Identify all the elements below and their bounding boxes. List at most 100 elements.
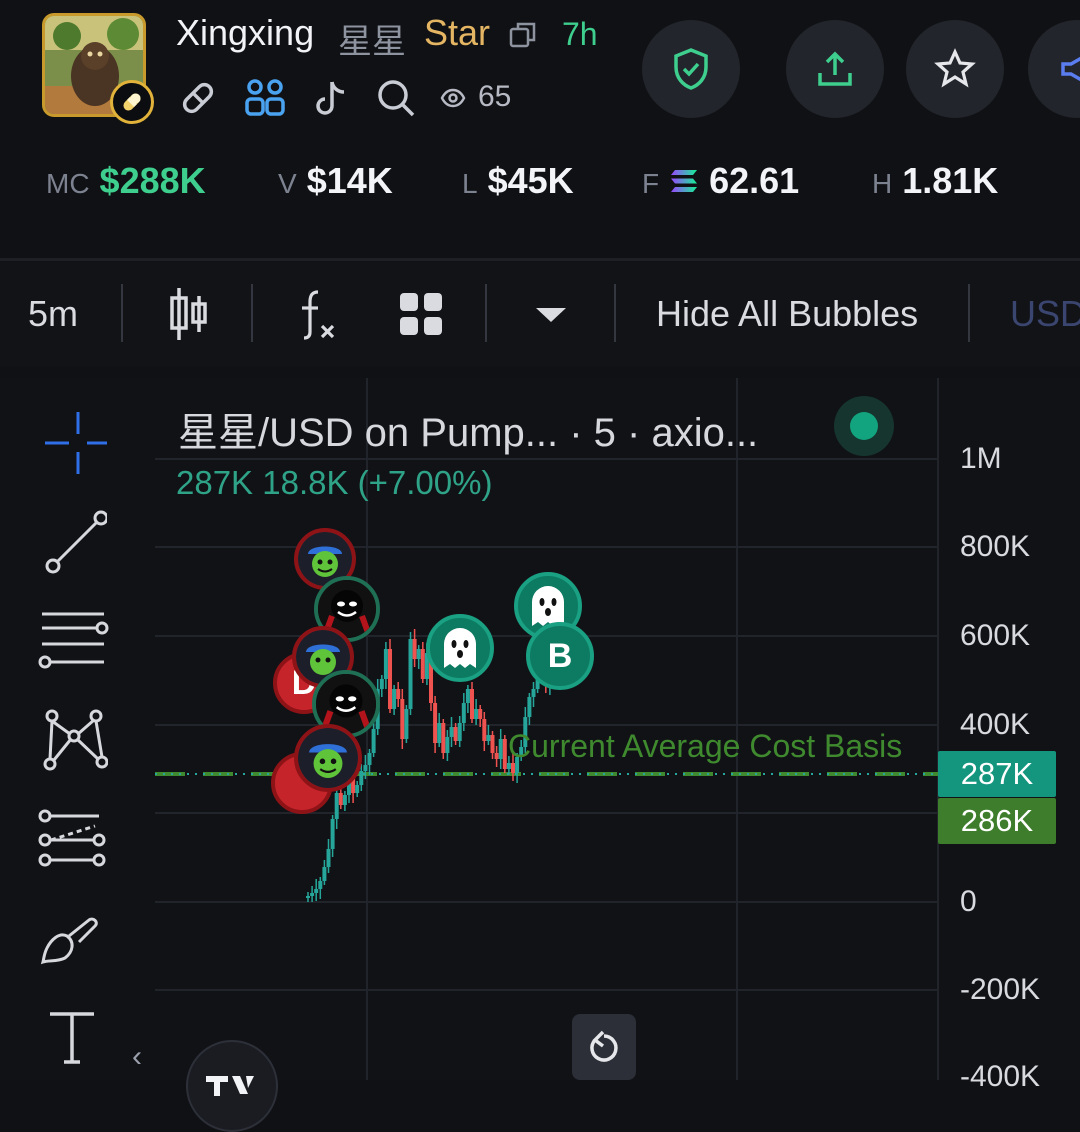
candle-body bbox=[367, 753, 372, 765]
y-tick: 800K bbox=[960, 530, 1031, 563]
chart-title: 星星/USD on Pump... · 5 · axio... bbox=[178, 411, 759, 455]
chart-type-button[interactable] bbox=[168, 262, 210, 366]
candle-body bbox=[494, 753, 499, 759]
crosshair-tool[interactable] bbox=[32, 410, 112, 480]
stat-fees: F 62.61 bbox=[642, 160, 799, 202]
candle-body bbox=[461, 703, 466, 723]
y-tick: 1M bbox=[960, 442, 1002, 475]
candle-body bbox=[445, 737, 450, 753]
brush-tool[interactable] bbox=[32, 910, 112, 968]
candle-body bbox=[383, 649, 388, 679]
goblin-avatar-icon bbox=[298, 728, 358, 788]
copy-icon[interactable] bbox=[508, 20, 538, 55]
toolbar-separator bbox=[968, 284, 970, 342]
stat-value: $14K bbox=[306, 160, 393, 201]
y-tick: 0 bbox=[960, 885, 977, 918]
trendline-icon bbox=[45, 510, 107, 574]
cost-basis-tag: 286K bbox=[938, 798, 1056, 844]
currency-toggle[interactable]: USD bbox=[1010, 262, 1080, 366]
shield-check-icon bbox=[674, 48, 708, 90]
header-divider bbox=[0, 258, 1080, 261]
fib-tool[interactable] bbox=[32, 610, 112, 672]
stat-label: V bbox=[278, 168, 297, 199]
text-icon bbox=[50, 1012, 94, 1064]
announce-button[interactable] bbox=[1028, 20, 1080, 118]
candle-body bbox=[490, 735, 495, 753]
pill-badge-icon bbox=[110, 80, 154, 124]
measure-tool[interactable] bbox=[32, 808, 112, 870]
candle-body bbox=[420, 649, 425, 679]
view-count: 65 bbox=[478, 80, 512, 113]
favorite-button[interactable] bbox=[906, 20, 1004, 118]
hide-bubbles-label: Hide All Bubbles bbox=[656, 293, 919, 334]
candle-body bbox=[330, 819, 335, 849]
stat-value: $45K bbox=[487, 160, 574, 201]
interval-selector[interactable]: 5m bbox=[28, 262, 78, 366]
text-tool[interactable] bbox=[32, 1010, 112, 1068]
stat-label: H bbox=[872, 168, 893, 199]
toolbar-separator bbox=[251, 284, 253, 342]
candle-body bbox=[338, 793, 343, 805]
collapse-tools-button[interactable]: ‹ bbox=[132, 1040, 142, 1074]
y-tick: 400K bbox=[960, 708, 1031, 741]
link-icon[interactable] bbox=[178, 78, 218, 118]
live-indicator bbox=[834, 396, 894, 456]
security-button[interactable] bbox=[642, 20, 740, 118]
stat-label: MC bbox=[46, 168, 90, 199]
megaphone-icon bbox=[1061, 56, 1080, 82]
chevron-down-icon bbox=[536, 308, 566, 322]
tiktok-icon[interactable] bbox=[312, 78, 350, 118]
candle-body bbox=[437, 723, 442, 743]
ghost-icon bbox=[444, 628, 476, 668]
tradingview-logo[interactable] bbox=[186, 1040, 278, 1132]
candle-body bbox=[408, 639, 413, 709]
ohlc-values: 287K 18.8K (+7.00%) bbox=[176, 464, 493, 501]
grid-icon bbox=[400, 293, 442, 335]
candle-body bbox=[379, 679, 384, 689]
candle-body bbox=[396, 689, 401, 699]
search-icon[interactable] bbox=[376, 78, 416, 118]
candle-body bbox=[433, 703, 438, 743]
buy-bubble[interactable]: B bbox=[526, 622, 594, 690]
candle-body bbox=[388, 649, 392, 709]
candle-body bbox=[486, 735, 491, 741]
candle-body bbox=[314, 889, 319, 893]
solana-icon bbox=[671, 170, 698, 192]
stat-label: F bbox=[642, 168, 660, 199]
y-tick: -200K bbox=[960, 973, 1041, 1006]
candle-body bbox=[363, 765, 368, 771]
candle-body bbox=[478, 709, 483, 719]
stat-volume: V $14K bbox=[278, 160, 393, 202]
candle-body bbox=[531, 689, 536, 697]
candle-body bbox=[355, 785, 360, 793]
layout-button[interactable] bbox=[398, 262, 444, 366]
candle-body bbox=[453, 727, 458, 741]
stat-liquidity: L $45K bbox=[462, 160, 574, 202]
share-button[interactable] bbox=[786, 20, 884, 118]
candlestick-icon bbox=[170, 288, 207, 340]
candle-body bbox=[318, 881, 323, 889]
candle-body bbox=[310, 893, 315, 896]
pattern-tool[interactable] bbox=[32, 708, 112, 774]
candle-body bbox=[441, 723, 446, 753]
reset-chart-button[interactable] bbox=[572, 1014, 636, 1080]
trader-bubble[interactable] bbox=[294, 724, 362, 792]
candle-body bbox=[474, 709, 479, 719]
candle-body bbox=[404, 709, 409, 739]
community-icon[interactable] bbox=[244, 78, 286, 118]
candle-body bbox=[465, 689, 470, 703]
horizontal-lines-icon bbox=[38, 612, 109, 669]
candle-body bbox=[371, 729, 376, 753]
token-ticker: Star bbox=[424, 12, 491, 53]
more-dropdown[interactable] bbox=[534, 262, 568, 366]
indicators-button[interactable] bbox=[296, 262, 338, 366]
ghost-bubble[interactable] bbox=[426, 614, 494, 682]
stat-market-cap: MC $288K bbox=[46, 160, 206, 202]
hide-bubbles-button[interactable]: Hide All Bubbles bbox=[656, 262, 918, 366]
current-price-tag: 287K bbox=[938, 751, 1056, 797]
toolbar-separator bbox=[614, 284, 616, 342]
token-name: Xingxing bbox=[176, 12, 315, 53]
toolbar-separator bbox=[485, 284, 487, 342]
trendline-tool[interactable] bbox=[32, 510, 112, 576]
stat-value: 62.61 bbox=[709, 160, 800, 201]
